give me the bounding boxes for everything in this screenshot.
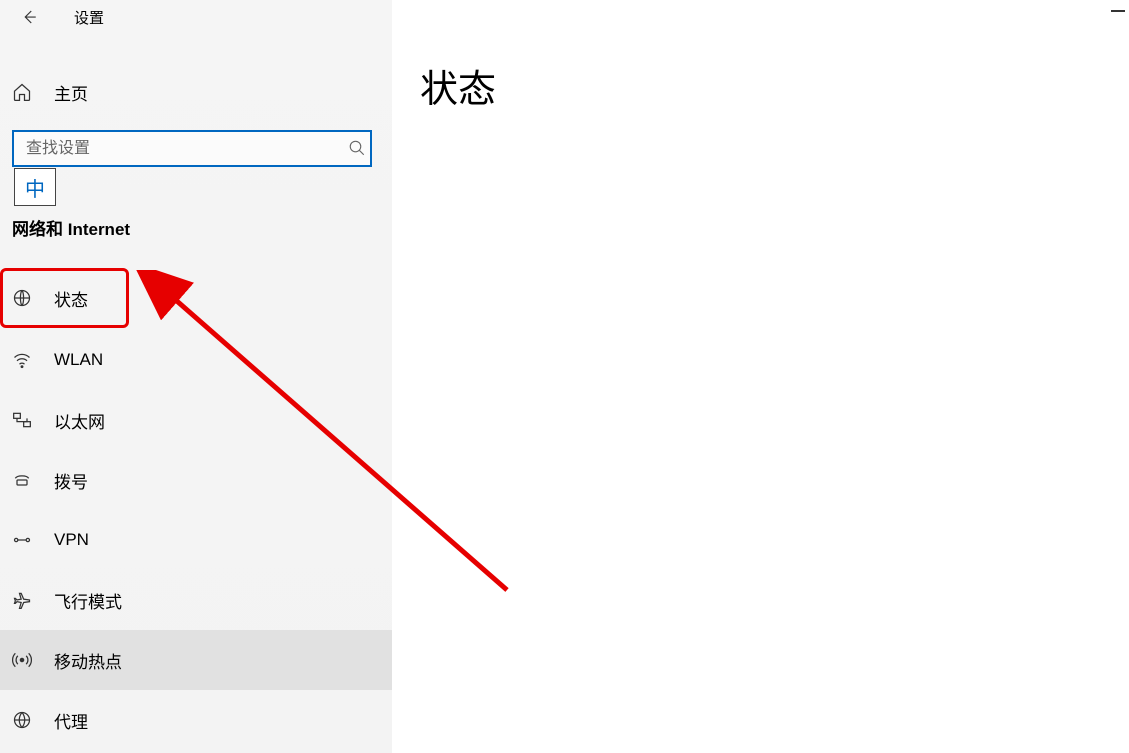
ime-label: 中 xyxy=(25,173,45,202)
section-heading: 网络和 Internet xyxy=(0,215,392,240)
home-label: 主页 xyxy=(54,80,88,105)
sidebar-item-label: 以太网 xyxy=(54,408,105,433)
back-button[interactable] xyxy=(14,2,44,32)
sidebar-item-status[interactable]: 状态 xyxy=(0,268,129,328)
sidebar-item-wlan[interactable]: WLAN xyxy=(0,330,392,390)
globe-status-icon xyxy=(12,288,32,308)
sidebar-item-label: 拨号 xyxy=(54,468,88,493)
sidebar-item-label: 飞行模式 xyxy=(54,588,122,613)
ethernet-icon xyxy=(12,410,32,430)
settings-sidebar: 设置 主页 中 网络和 Internet 状态 WLAN 以太网 xyxy=(0,0,392,753)
sidebar-item-label: 移动热点 xyxy=(54,648,122,673)
search-input[interactable] xyxy=(12,130,372,167)
home-icon xyxy=(12,82,32,102)
search-container xyxy=(0,130,392,167)
airplane-icon xyxy=(12,590,32,610)
page-title: 状态 xyxy=(420,58,1101,113)
wifi-icon xyxy=(12,350,32,370)
ime-indicator[interactable]: 中 xyxy=(14,168,56,206)
sidebar-item-vpn[interactable]: VPN xyxy=(0,510,392,570)
sidebar-item-label: 代理 xyxy=(54,708,88,733)
sidebar-item-ethernet[interactable]: 以太网 xyxy=(0,390,392,450)
sidebar-header: 设置 xyxy=(0,0,392,34)
arrow-left-icon xyxy=(20,8,38,26)
minimize-button[interactable] xyxy=(1111,10,1125,12)
sidebar-item-label: 状态 xyxy=(54,286,88,311)
sidebar-item-airplane[interactable]: 飞行模式 xyxy=(0,570,392,630)
proxy-icon xyxy=(12,710,32,730)
hotspot-icon xyxy=(12,650,32,670)
sidebar-item-label: VPN xyxy=(54,530,89,550)
dialup-icon xyxy=(12,470,32,490)
sidebar-item-home[interactable]: 主页 xyxy=(0,64,392,120)
sidebar-item-dialup[interactable]: 拨号 xyxy=(0,450,392,510)
vpn-icon xyxy=(12,530,32,550)
sidebar-item-proxy[interactable]: 代理 xyxy=(0,690,392,750)
sidebar-item-label: WLAN xyxy=(54,350,103,370)
main-content: 状态 xyxy=(392,0,1129,753)
search-icon xyxy=(348,139,366,157)
sidebar-item-hotspot[interactable]: 移动热点 xyxy=(0,630,392,690)
window-title: 设置 xyxy=(74,7,104,28)
